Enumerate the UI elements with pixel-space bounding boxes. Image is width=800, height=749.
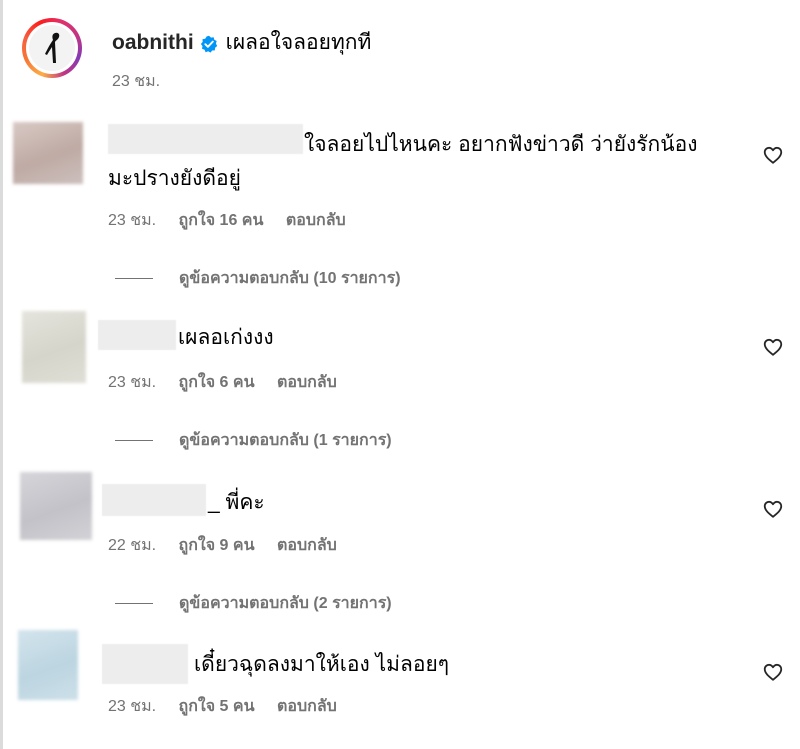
comment-time: 23 ชม.	[108, 374, 157, 391]
view-replies-label: ดูข้อความตอบกลับ (2 รายการ)	[179, 595, 392, 612]
comment-time: 23 ชม.	[108, 212, 157, 229]
comment-text: ใจลอยไปไหนคะ อยากฟังข่าวดี ว่ายังรักน้อง	[304, 133, 698, 156]
comment-likes[interactable]: ถูกใจ 16 คน	[179, 212, 264, 229]
heart-outline-icon[interactable]	[762, 144, 784, 166]
view-replies-button[interactable]: ดูข้อความตอบกลับ (2 รายการ)	[115, 591, 392, 616]
caption-meta: 23 ชม.	[112, 69, 178, 94]
comment-text: เผลอเก่งงง	[178, 326, 274, 349]
comment-likes[interactable]: ถูกใจ 9 คน	[179, 537, 255, 554]
comment-meta: 22 ชม. ถูกใจ 9 คน ตอบกลับ	[108, 533, 355, 558]
author-avatar[interactable]	[22, 18, 82, 78]
comment-meta: 23 ชม. ถูกใจ 5 คน ตอบกลับ	[108, 694, 355, 719]
verified-badge-icon	[200, 34, 218, 53]
caption-time: 23 ชม.	[112, 73, 161, 90]
comment-time: 23 ชม.	[108, 698, 157, 715]
caption-text: เผลอใจลอยทุกที	[225, 31, 372, 54]
commenter-username[interactable]	[108, 124, 303, 154]
reply-button[interactable]: ตอบกลับ	[277, 537, 337, 554]
reply-button[interactable]: ตอบกลับ	[286, 212, 346, 229]
commenter-avatar[interactable]	[18, 630, 78, 700]
comment-text-continued: มะปรางยังดีอยู่	[108, 167, 241, 190]
commenter-avatar[interactable]	[20, 472, 92, 540]
comment-likes[interactable]: ถูกใจ 5 คน	[179, 698, 255, 715]
view-replies-button[interactable]: ดูข้อความตอบกลับ (1 รายการ)	[115, 428, 392, 453]
comment-meta: 23 ชม. ถูกใจ 6 คน ตอบกลับ	[108, 370, 355, 395]
view-replies-label: ดูข้อความตอบกลับ (1 รายการ)	[179, 432, 392, 449]
comment-text: เดี๋ยวฉุดลงมาให้เอง ไม่ลอยๆ	[194, 653, 450, 676]
view-replies-button[interactable]: ดูข้อความตอบกลับ (10 รายการ)	[115, 266, 401, 291]
comment-meta: 23 ชม. ถูกใจ 16 คน ตอบกลับ	[108, 208, 364, 233]
commenter-username[interactable]	[102, 644, 188, 684]
commenter-avatar[interactable]	[13, 122, 83, 184]
comment-text: _ พี่คะ	[208, 491, 265, 514]
replies-divider	[115, 440, 153, 441]
commenter-username[interactable]	[98, 320, 176, 350]
heart-outline-icon[interactable]	[762, 498, 784, 520]
replies-divider	[115, 278, 153, 279]
panel-border	[0, 0, 3, 749]
commenter-username[interactable]	[102, 484, 206, 516]
reply-button[interactable]: ตอบกลับ	[277, 374, 337, 391]
comment-time: 22 ชม.	[108, 537, 157, 554]
comment-likes[interactable]: ถูกใจ 6 คน	[179, 374, 255, 391]
reply-button[interactable]: ตอบกลับ	[277, 698, 337, 715]
author-line: oabnithi เผลอใจลอยทุกที	[112, 30, 371, 56]
commenter-avatar[interactable]	[22, 311, 86, 383]
heart-outline-icon[interactable]	[762, 336, 784, 358]
replies-divider	[115, 603, 153, 604]
view-replies-label: ดูข้อความตอบกลับ (10 รายการ)	[179, 270, 401, 287]
avatar-photo	[29, 25, 75, 71]
post-caption: oabnithi เผลอใจลอยทุกที 23 ชม.	[22, 18, 780, 98]
heart-outline-icon[interactable]	[762, 661, 784, 683]
author-username[interactable]: oabnithi	[112, 30, 194, 56]
